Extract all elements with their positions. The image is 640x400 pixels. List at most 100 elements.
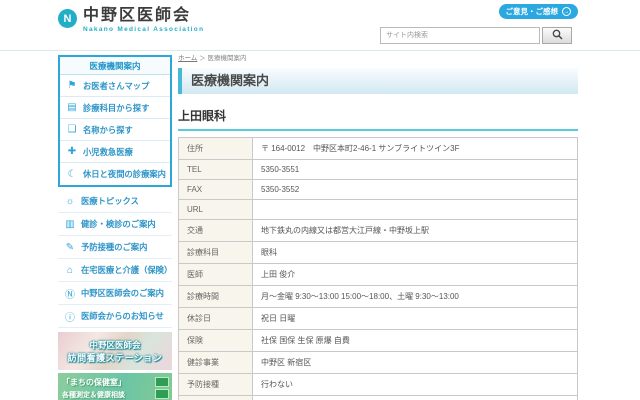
checkup-document-icon: ▥ [63,219,77,230]
detail-label: 医師 [179,264,253,286]
detail-label: FAX [179,180,253,200]
sidebar-item[interactable]: ✚ 小児救急医療 [60,141,170,163]
table-row: 交通 地下鉄丸の内線又は都営大江戸線・中野坂上駅 [179,220,578,242]
detail-value: 祝日 日曜 [253,308,578,330]
sidebar-item[interactable]: ☾ 休日と夜間の診療案内 [60,163,170,185]
detail-value: 5350-3552 [253,180,578,200]
nursing-station-banner[interactable]: 中野区医師会 訪問看護ステーション [58,332,172,370]
table-row: FAX 5350-3552 [179,180,578,200]
detail-value: 中野区 新宿区 [253,352,578,374]
banner-line: 各種測定＆健康相談 [62,390,168,400]
detail-value: 5350-3551 [253,160,578,180]
detail-label: 住所 [179,138,253,160]
detail-label: 在宅医療 [179,396,253,400]
detail-label: 休診日 [179,308,253,330]
page-title: 医療機関案内 [178,68,578,94]
sidebar-item-label: 中野区医師会のご案内 [81,287,164,299]
breadcrumb-current: 医療機関案内 [207,55,246,62]
site-logo[interactable]: N 中野区医師会 Nakano Medical Association [58,7,204,33]
site-subtitle: Nakano Medical Association [83,26,204,33]
site-title: 中野区医師会 [83,7,204,25]
sidebar-item-label: お医者さんマップ [83,80,149,92]
detail-value: 〒 164-0012 中野区本町2-46-1 サンブライトツイン3F [253,138,578,160]
table-row: 医師 上田 俊介 [179,264,578,286]
detail-label: 保険 [179,330,253,352]
table-row: 診療時間 月～金曜 9:30～13:00 15:00～18:00、土曜 9:30… [179,286,578,308]
sidebar-secondary-items: ☼ 医療トピックス ▥ 健診・検診のご案内 ✎ 予防接種のご案内 ⌂ 在宅医療と… [58,190,172,328]
banner-badge [155,389,169,399]
breadcrumb: ホーム ＞ 医療機関案内 [178,55,578,63]
page: N 中野区医師会 Nakano Medical Association ご意見・… [0,0,640,400]
sidebar-primary-items: ⚑ お医者さんマップ ▤ 診療科目から探す ❏ 名称から探す ✚ [60,75,170,185]
sidebar-item-label: 健診・検診のご案内 [81,218,156,230]
lightbulb-icon: ☼ [63,196,77,207]
sidebar-item-label: 在宅医療と介護（保険） [81,264,172,276]
detail-value: 地下鉄丸の内線又は都営大江戸線・中野坂上駅 [253,220,578,242]
search-input[interactable] [380,27,540,44]
clinic-details-table: 住所 〒 164-0012 中野区本町2-46-1 サンブライトツイン3F TE… [178,137,578,400]
sidebar-primary-group: 医療機関案内 ⚑ お医者さんマップ ▤ 診療科目から探す ❏ 名 [58,55,172,187]
breadcrumb-separator: ＞ [199,55,206,62]
emergency-cross-icon: ✚ [65,146,79,157]
sidebar-item-label: 小児救急医療 [83,146,133,158]
detail-value: 社保 国保 生保 原爆 自費 [253,330,578,352]
table-row: 予防接種 行わない [179,374,578,396]
detail-value: 眼科 [253,242,578,264]
table-row: TEL 5350-3551 [179,160,578,180]
banner-line: 「まちの保健室」 [62,377,168,388]
sidebar-item-label: 予防接種のご案内 [81,241,147,253]
detail-label: TEL [179,160,253,180]
table-row: 保険 社保 国保 生保 原爆 自費 [179,330,578,352]
info-icon: ⓘ [63,309,77,324]
banner-line: 訪問看護ステーション [68,351,163,364]
sidebar-item[interactable]: ⌂ 在宅医療と介護（保険） [58,259,172,282]
table-row: 在宅医療 往診のみする [179,396,578,400]
table-row: 健診事業 中野区 新宿区 [179,352,578,374]
sidebar-item[interactable]: ⓘ 医師会からのお知らせ [58,305,172,328]
clinic-name-heading: 上田眼科 [178,107,578,131]
detail-value: 月～金曜 9:30～13:00 15:00～18:00、土曜 9:30～13:0… [253,286,578,308]
detail-label: 予防接種 [179,374,253,396]
home-icon: ⌂ [63,265,77,276]
clinic-details-rows: 住所 〒 164-0012 中野区本町2-46-1 サンブライトツイン3F TE… [179,138,578,400]
sidebar-item[interactable]: ▥ 健診・検診のご案内 [58,213,172,236]
map-icon: ⚑ [65,80,79,91]
detail-label: 診療科目 [179,242,253,264]
sidebar-item-label: 名称から探す [83,124,133,136]
feedback-button[interactable]: ご意見・ご感想 → [499,4,579,19]
detail-label: URL [179,200,253,220]
search-button[interactable] [542,27,572,44]
detail-value: 行わない [253,374,578,396]
sidebar-item[interactable]: Ⓝ 中野区医師会のご案内 [58,282,172,305]
sidebar-item-label: 医療トピックス [81,195,139,207]
feedback-button-label: ご意見・ご感想 [506,6,559,17]
table-row: 住所 〒 164-0012 中野区本町2-46-1 サンブライトツイン3F [179,138,578,160]
table-row: 診療科目 眼科 [179,242,578,264]
sidebar-item[interactable]: ▤ 診療科目から探す [60,97,170,119]
sidebar-item[interactable]: ✎ 予防接種のご案内 [58,236,172,259]
sidebar-group-title[interactable]: 医療機関案内 [60,57,170,75]
sidebar-item[interactable]: ❏ 名称から探す [60,119,170,141]
site-search [380,27,572,44]
sidebar-item-label: 診療科目から探す [83,102,149,114]
detail-label: 健診事業 [179,352,253,374]
banner-line: 中野区医師会 [89,339,140,351]
detail-label: 診療時間 [179,286,253,308]
magnifier-icon [552,28,563,43]
site-header: N 中野区医師会 Nakano Medical Association ご意見・… [0,0,640,51]
sidebar-item[interactable]: ☼ 医療トピックス [58,190,172,213]
association-logo-icon: Ⓝ [63,286,77,301]
detail-label: 交通 [179,220,253,242]
sidebar-item[interactable]: ⚑ お医者さんマップ [60,75,170,97]
arrow-circle-icon: → [562,7,571,16]
folder-icon: ❏ [65,124,79,135]
logo-n-icon: N [58,9,77,28]
main-content: ホーム ＞ 医療機関案内 医療機関案内 上田眼科 住所 〒 164-0012 中… [178,55,578,400]
syringe-icon: ✎ [63,242,77,253]
detail-value [253,200,578,220]
hokenshitsu-banner[interactable]: 「まちの保健室」 各種測定＆健康相談 [58,373,172,400]
banner-badge [155,377,169,387]
detail-value: 往診のみする [253,396,578,400]
breadcrumb-home-link[interactable]: ホーム [178,55,197,62]
moon-icon: ☾ [65,169,79,180]
